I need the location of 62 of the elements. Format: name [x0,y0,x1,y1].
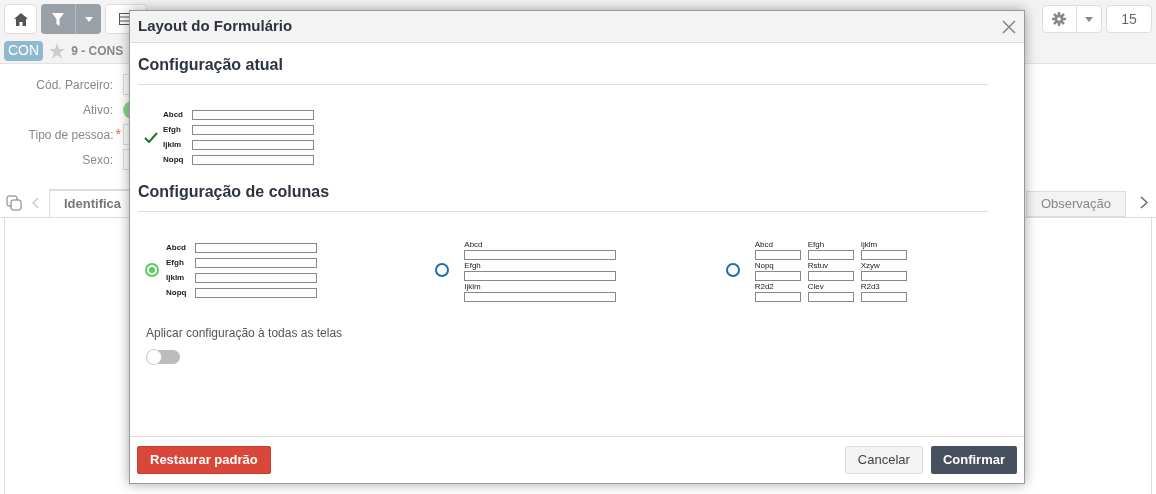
toggle-label: Aplicar configuração à todas as telas [146,326,343,340]
field-label: Abcd [464,238,484,250]
input-field [807,291,854,302]
caret-icon [84,16,93,22]
radio-button[interactable] [725,263,740,277]
record-title: 9 - CONS [71,42,124,60]
field-label: Tipo de pessoa: [28,126,114,144]
settings-button[interactable] [1042,5,1102,33]
radio-button[interactable] [145,263,159,277]
field-label: Rstuv [807,259,830,271]
restore-button[interactable]: Restaurar padrão [137,446,271,474]
record-badge: CON [4,40,44,61]
field-label: Sexo: [82,151,113,169]
field-label: Efgh [163,126,182,134]
settings-icon [1052,12,1067,26]
field-label: Clev [807,280,825,292]
input-field [860,270,907,281]
radio-button[interactable] [435,263,450,277]
field-label: Cód. Parceiro: [36,76,113,94]
input-field [807,270,854,281]
chevron-left-icon[interactable] [32,197,39,209]
home-icon [13,12,28,26]
field-label: Abcd [163,111,184,119]
field-label: Ijklm [163,141,183,149]
home-button[interactable] [4,4,37,34]
field-label: Ativo: [83,101,113,119]
filter-icon [52,12,64,26]
star-icon[interactable] [49,42,66,59]
input-field [754,291,801,302]
input-field [754,249,801,260]
copy-icon[interactable] [6,195,22,211]
field-label: Abcd [754,238,774,250]
section-heading: Configuração de colunas [138,183,330,200]
chevron-right-icon[interactable] [1140,196,1148,209]
field-label: Ijklm [464,280,482,292]
field-label: Nopq [166,288,188,297]
section-heading: Configuração atual [138,56,283,73]
tab[interactable]: Observação [1025,191,1126,217]
field-label: Efgh [166,258,185,267]
input-field [860,291,907,302]
field-label: Nopq [163,156,185,164]
field-label: Efgh [464,259,482,271]
input-field [860,249,907,260]
close-icon[interactable] [1002,19,1016,34]
field-label: Efgh [807,238,826,250]
field-label: Xzyw [860,259,881,271]
field-label: Nopq [754,259,775,271]
field-label: R2d2 [754,280,775,292]
required-asterisk: * [115,125,121,144]
confirm-button[interactable]: Confirmar [930,446,1017,474]
input-field [754,270,801,281]
counter-badge: 15 [1106,5,1152,33]
toggle-switch[interactable] [146,350,180,364]
field-label: Ijklm [860,238,879,250]
check-icon [144,132,158,143]
input-field [807,249,854,260]
dialog-title: Layout do Formulário [138,16,293,37]
field-label: Abcd [166,243,187,252]
field-label: R2d3 [860,280,881,292]
cancel-button[interactable]: Cancelar [844,446,923,474]
field-label: Ijklm [166,273,186,282]
caret-icon [1084,16,1093,22]
